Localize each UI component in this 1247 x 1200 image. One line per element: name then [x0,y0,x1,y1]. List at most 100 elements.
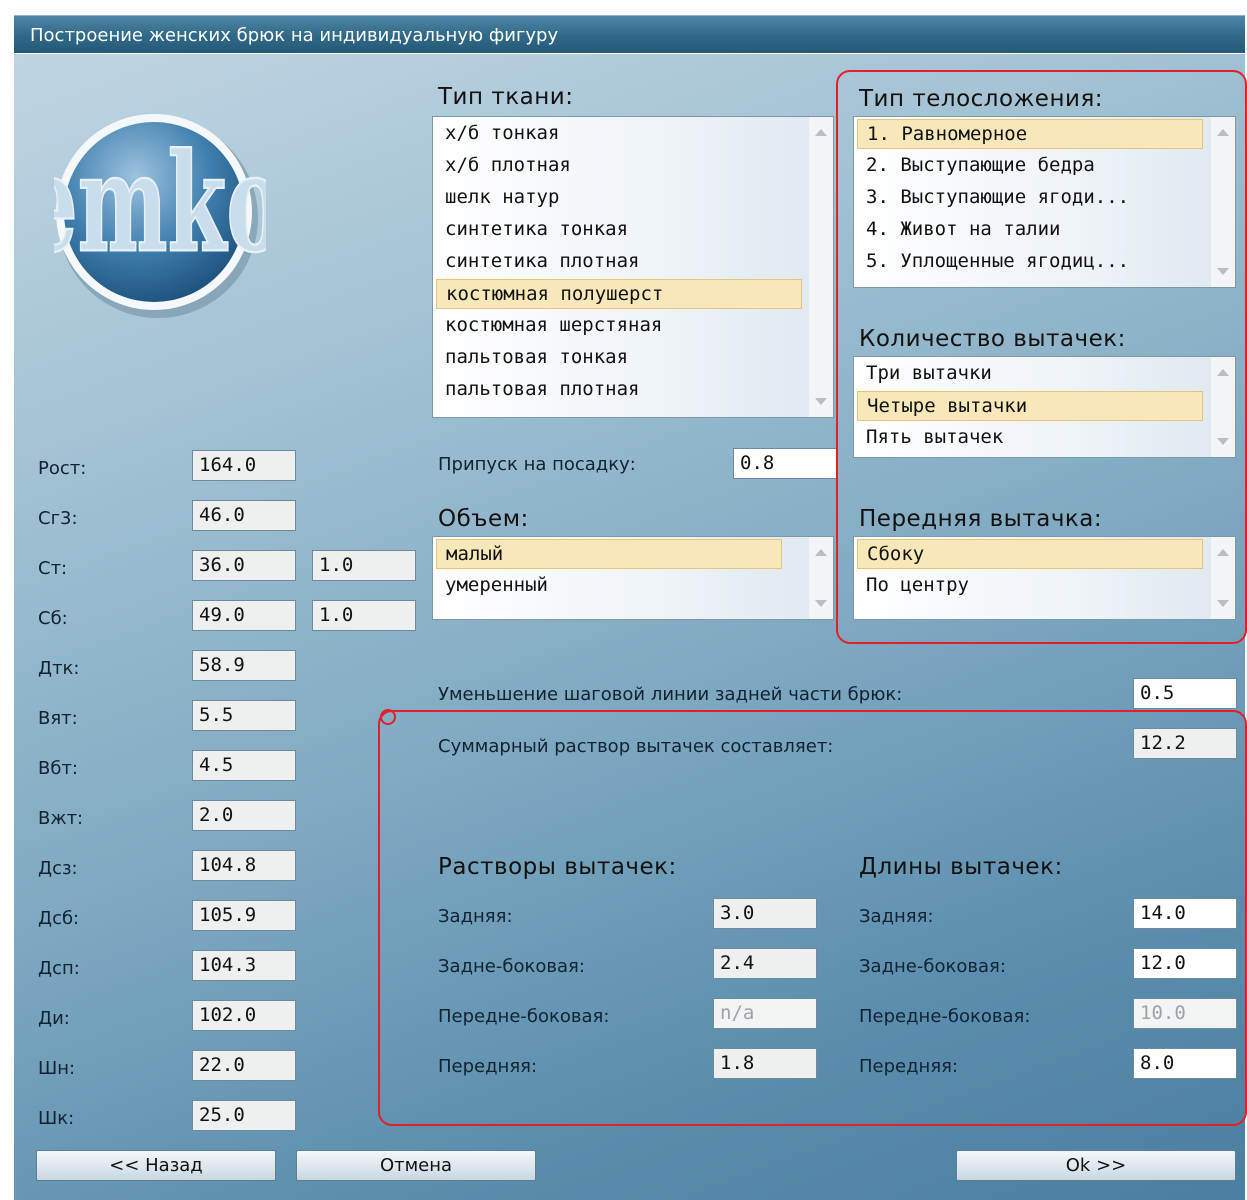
scroll-down-icon[interactable] [815,600,827,607]
dart-length-input[interactable]: 12.0 [1133,948,1237,979]
total-darts-label: Суммарный раствор вытачек составляет: [438,736,834,757]
dart-opening-value: n/a [713,998,817,1029]
measurement-input[interactable]: 36.0 [192,550,296,581]
list-item[interactable]: х/б тонкая [436,119,802,149]
emko-logo: emko [23,110,284,322]
measurement-input[interactable]: 104.8 [192,850,296,881]
window-title: Построение женских брюк на индивидуальну… [30,25,559,46]
scroll-down-icon[interactable] [815,398,827,405]
measurement-label: Вят: [38,708,78,729]
scroll-up-icon[interactable] [1217,369,1229,376]
dart-length-input[interactable]: 14.0 [1133,898,1237,929]
measurement-label: Сг3: [38,508,78,529]
dart-count-listbox[interactable]: Три вытачки Четыре вытачки Пять вытачек [853,356,1236,458]
measurement-label: Вбт: [38,758,78,779]
measurement-input[interactable]: 4.5 [192,750,296,781]
list-item[interactable]: костюмная шерстяная [436,311,802,341]
measurement-extra-input[interactable]: 1.0 [312,600,416,631]
dart-opening-value: 3.0 [713,898,817,929]
dart-length-label: Передняя: [859,1056,959,1077]
list-item[interactable]: 2. Выступающие бедра [857,151,1203,181]
list-item[interactable]: Сбоку [857,539,1203,569]
dialog-body: emko Рост: 164.0 Сг3: 46.0 Ст: 36.0 1.0 Сб: 49.0… [14,54,1247,1200]
list-item[interactable]: умеренный [436,571,782,601]
list-item[interactable]: костюмная полушерст [436,279,802,309]
dart-openings-heading: Растворы вытачек: [438,854,677,880]
measurement-label: Дсб: [38,908,80,929]
measurement-label: Вжт: [38,808,84,829]
highlight-corner-marker [380,709,396,725]
dart-opening-value: 1.8 [713,1048,817,1079]
list-item[interactable]: По центру [857,571,1203,601]
scroll-down-icon[interactable] [1217,268,1229,275]
volume-listbox[interactable]: малый умеренный [432,536,834,620]
list-item[interactable]: шелк натур [436,183,802,213]
scroll-up-icon[interactable] [815,549,827,556]
body-type-listbox[interactable]: 1. Равномерное 2. Выступающие бедра 3. Выс… [853,116,1236,288]
measurement-label: Рост: [38,458,87,479]
dart-length-label: Передне-боковая: [859,1006,1031,1027]
fabric-listbox[interactable]: х/б тонкая х/б плотная шелк натур синтетика… [432,116,834,418]
measurement-label: Сб: [38,608,68,629]
front-dart-heading: Передняя вытачка: [859,506,1103,532]
title-bar: Построение женских брюк на индивидуальну… [14,15,1245,53]
measurement-input[interactable]: 2.0 [192,800,296,831]
list-item[interactable]: малый [436,539,782,569]
list-item[interactable]: пальтовая плотная [436,375,802,405]
dart-opening-label: Передне-боковая: [438,1006,610,1027]
measurement-label: Ди: [38,1008,70,1029]
measurement-label: Дсз: [38,858,78,879]
crotch-reduction-label: Уменьшение шаговой линии задней части бр… [438,684,903,705]
ok-button[interactable]: Ok >> [956,1150,1236,1181]
measurement-label: Дтк: [38,658,80,679]
dart-length-input: 10.0 [1133,998,1237,1029]
measurement-input[interactable]: 104.3 [192,950,296,981]
measurement-extra-input[interactable]: 1.0 [312,550,416,581]
scroll-down-icon[interactable] [1217,438,1229,445]
dart-length-label: Задняя: [859,906,934,927]
fabric-scrollbar[interactable] [809,117,833,417]
list-item[interactable]: Пять вытачек [857,423,1203,453]
scroll-up-icon[interactable] [1217,549,1229,556]
measurement-input[interactable]: 49.0 [192,600,296,631]
cancel-button[interactable]: Отмена [296,1150,536,1181]
dialog-window: Построение женских брюк на индивидуальну… [0,0,1247,1200]
volume-scrollbar[interactable] [809,537,833,619]
dart-count-scrollbar[interactable] [1211,357,1235,457]
list-item[interactable]: 4. Живот на талии [857,215,1203,245]
list-item[interactable]: х/б плотная [436,151,802,181]
dart-opening-label: Задняя: [438,906,513,927]
list-item[interactable]: Три вытачки [857,359,1203,389]
scroll-up-icon[interactable] [815,129,827,136]
list-item[interactable]: 5. Уплощенные ягодиц... [857,247,1203,277]
back-button[interactable]: << Назад [36,1150,276,1181]
measurement-input[interactable]: 105.9 [192,900,296,931]
dart-length-input[interactable]: 8.0 [1133,1048,1237,1079]
allowance-input[interactable]: 0.8 [733,448,837,479]
measurement-input[interactable]: 102.0 [192,1000,296,1031]
fabric-heading: Тип ткани: [438,84,574,110]
list-item[interactable]: 3. Выступающие ягоди... [857,183,1203,213]
list-item[interactable]: синтетика плотная [436,247,802,277]
list-item[interactable]: синтетика тонкая [436,215,802,245]
list-item[interactable]: 1. Равномерное [857,119,1203,149]
measurement-input[interactable]: 5.5 [192,700,296,731]
allowance-label: Припуск на посадку: [438,454,636,475]
measurement-input[interactable]: 164.0 [192,450,296,481]
list-item[interactable]: пальтовая тонкая [436,343,802,373]
dart-lengths-heading: Длины вытачек: [859,854,1063,880]
measurement-input[interactable]: 22.0 [192,1050,296,1081]
scroll-down-icon[interactable] [1217,600,1229,607]
measurement-input[interactable]: 25.0 [192,1100,296,1131]
body-type-heading: Тип телосложения: [859,86,1104,112]
scroll-up-icon[interactable] [1217,129,1229,136]
crotch-reduction-input[interactable]: 0.5 [1133,678,1237,709]
body-type-scrollbar[interactable] [1211,117,1235,287]
measurement-input[interactable]: 46.0 [192,500,296,531]
measurement-input[interactable]: 58.9 [192,650,296,681]
dart-opening-label: Передняя: [438,1056,538,1077]
front-dart-listbox[interactable]: Сбоку По центру [853,536,1236,620]
front-dart-scrollbar[interactable] [1211,537,1235,619]
total-darts-value: 12.2 [1133,728,1237,759]
list-item[interactable]: Четыре вытачки [857,391,1203,421]
